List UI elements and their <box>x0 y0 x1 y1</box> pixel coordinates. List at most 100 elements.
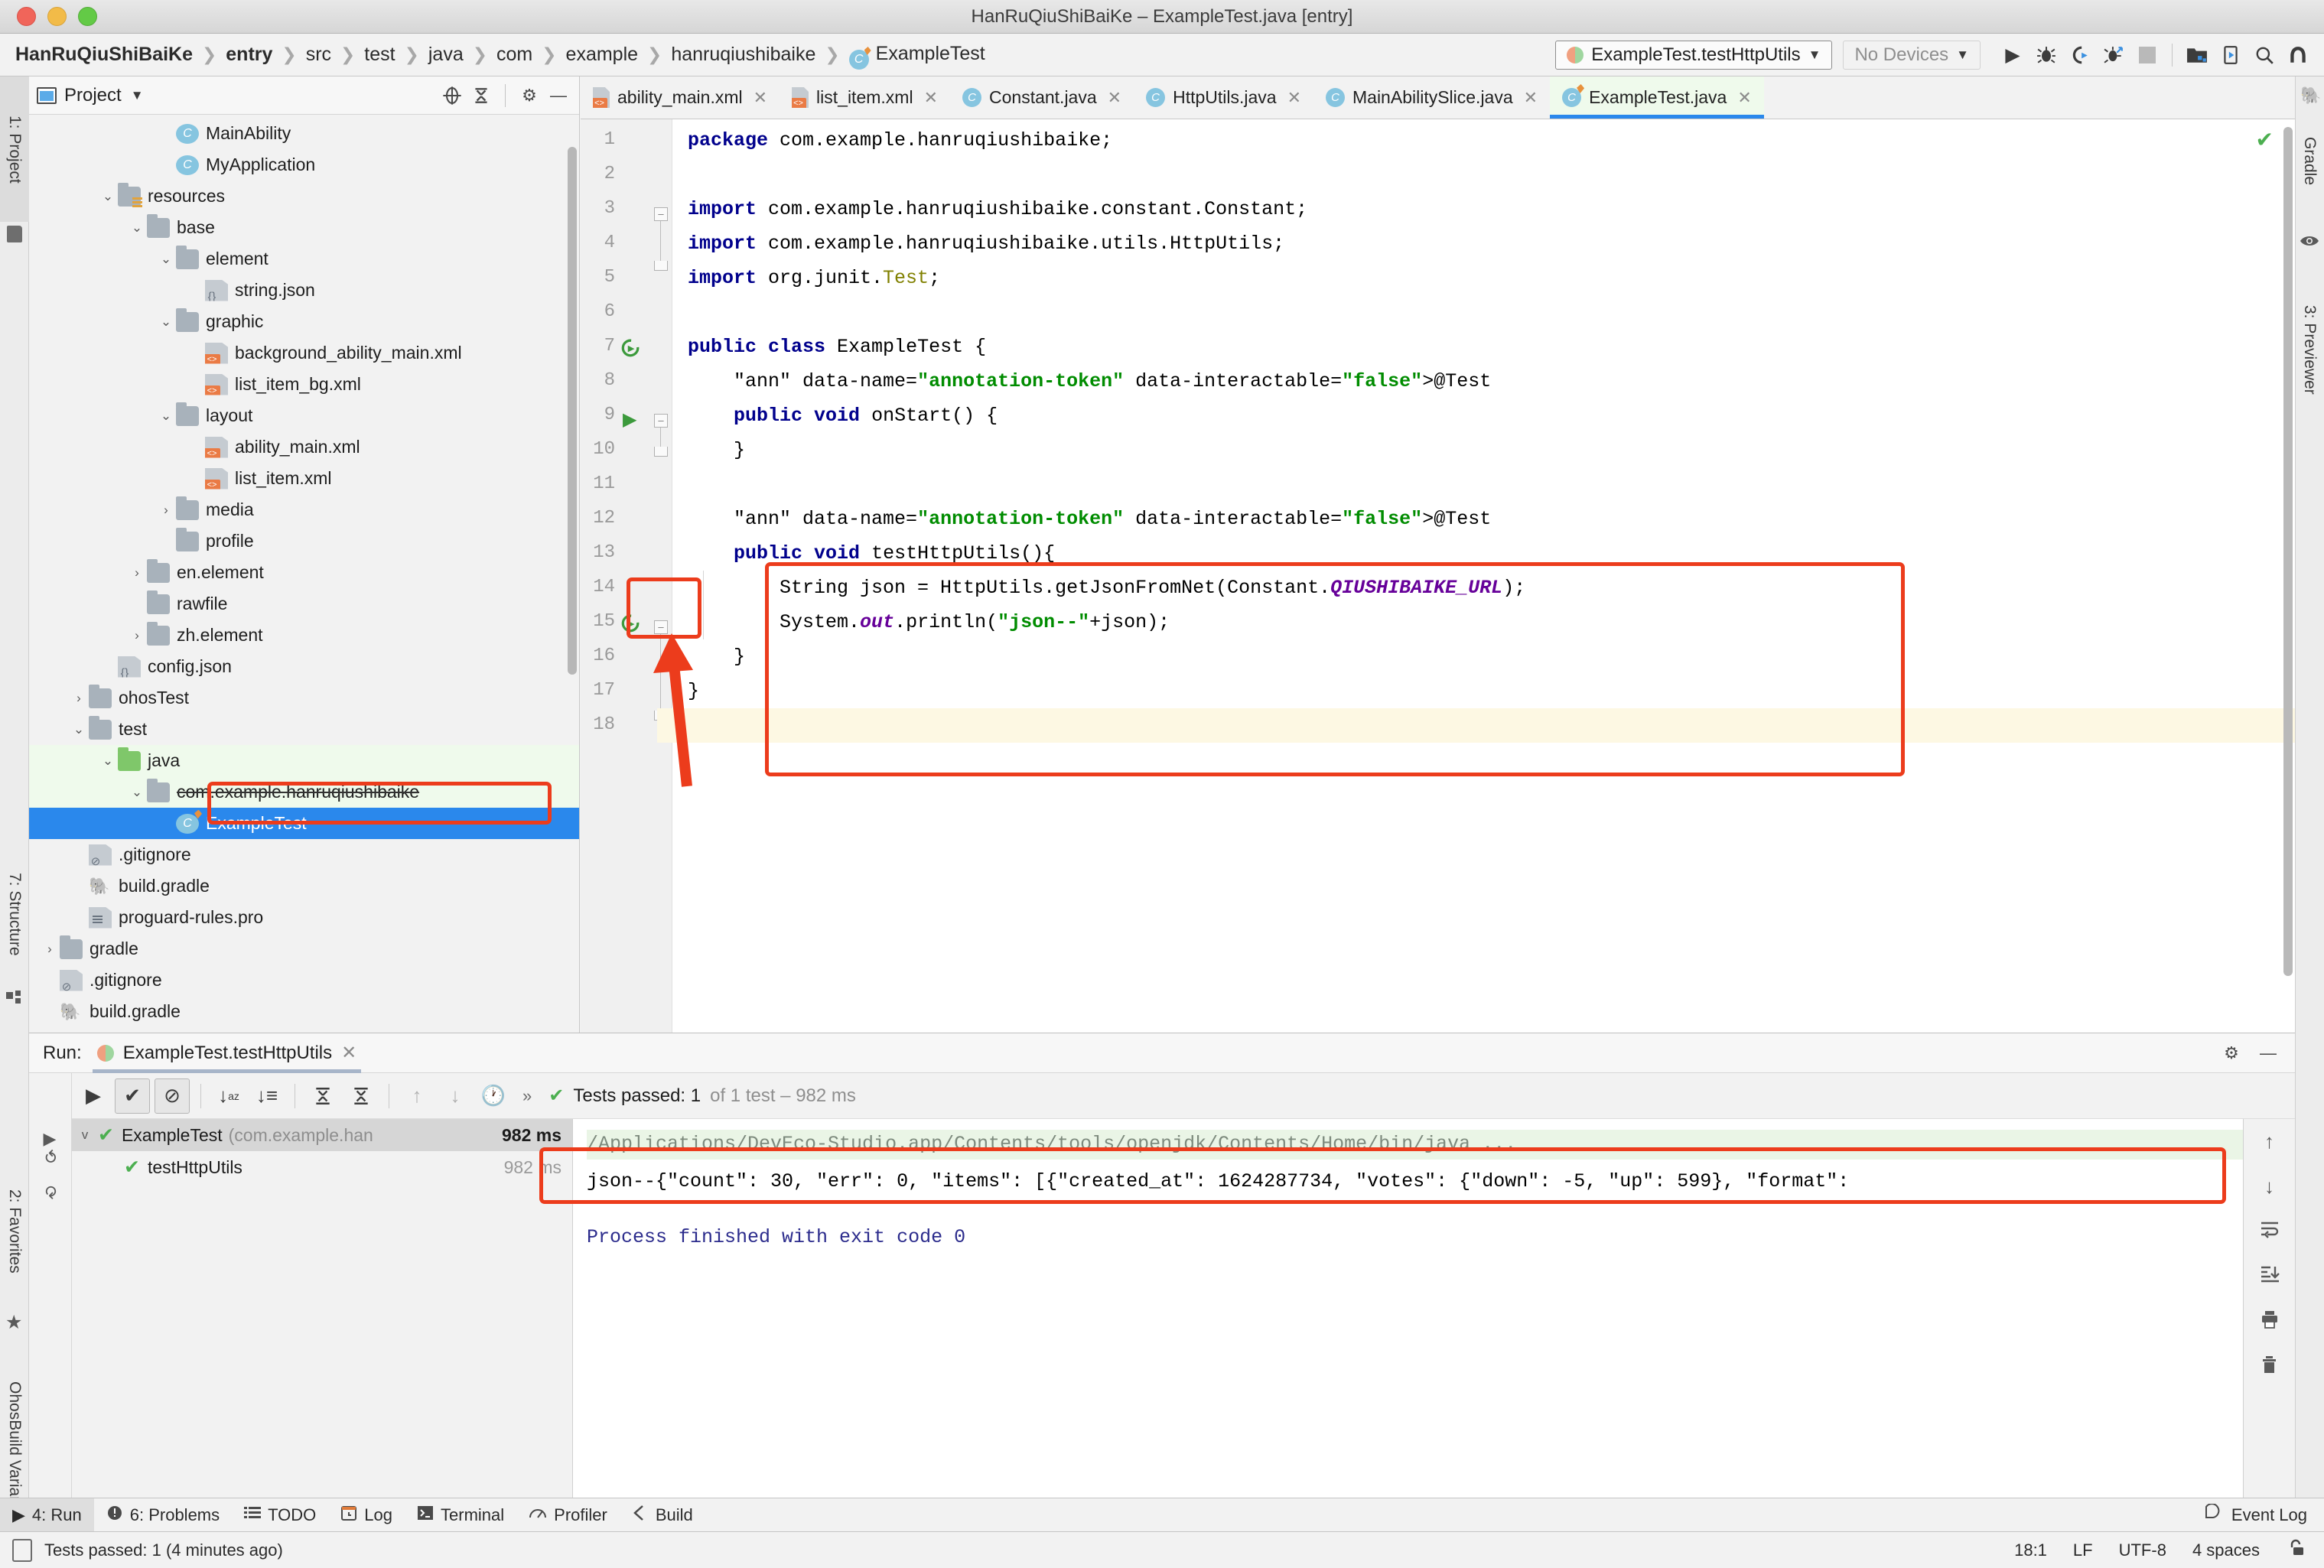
scroll-to-end-icon[interactable] <box>2260 1265 2280 1289</box>
next-failed-icon[interactable]: ↓ <box>438 1079 472 1113</box>
run-toolbar[interactable]: ▶ ✔ ⊘ ↓ az ↓≡ ↑ ↓ 🕐 » ✔ Tests passed: 1 … <box>72 1073 2295 1119</box>
tree-row[interactable]: ⌄ graphic <box>29 306 579 337</box>
sort-alphabetically-icon[interactable]: ↓ az <box>212 1079 246 1113</box>
profile-icon[interactable] <box>2097 38 2130 72</box>
chevron-down-icon[interactable]: ⌄ <box>69 722 89 737</box>
tree-row[interactable]: ·🐘 build.gradle <box>29 996 579 1027</box>
tree-row[interactable]: ·⊘ .gitignore <box>29 965 579 996</box>
chevron-down-icon[interactable]: ▼ <box>131 88 144 103</box>
editor-tab[interactable]: C ExampleTest.java ✕ <box>1550 76 1764 119</box>
tree-row[interactable]: ⌄ base <box>29 212 579 243</box>
caret-position[interactable]: 18:1 <box>2014 1540 2047 1560</box>
scroll-down-icon[interactable]: ↓ <box>2264 1175 2274 1199</box>
code-editor[interactable]: ▶ – – – 1 2 3 4 5 6 7 8 9 10 11 12 13 14 15 16 17 18 pack… <box>581 119 2295 1033</box>
code-line[interactable]: } <box>688 639 2295 674</box>
breadcrumb-item-java[interactable]: java <box>428 44 464 66</box>
chevron-down-icon[interactable]: ⌄ <box>127 785 147 800</box>
tree-row[interactable]: ⌄ java <box>29 745 579 776</box>
toggle-auto-test-icon[interactable]: ⟳ <box>41 1186 60 1199</box>
run-test-class-gutter-icon[interactable] <box>620 338 640 363</box>
inspection-ok-icon[interactable]: ✔ <box>2256 127 2274 152</box>
code-line[interactable] <box>688 467 2295 502</box>
tree-row[interactable]: ·{} string.json <box>29 275 579 306</box>
bottom-tab-todo[interactable]: TODO <box>232 1498 328 1532</box>
close-icon[interactable]: ✕ <box>1737 88 1751 108</box>
code-line[interactable]: } <box>688 674 2295 708</box>
sidebar-item-favorites[interactable]: 2: Favorites <box>0 1155 29 1308</box>
sidebar-item-structure[interactable]: 7: Structure <box>0 841 29 987</box>
collapse-all-icon[interactable] <box>468 83 494 109</box>
sidebar-item-gradle[interactable]: Gradle <box>2295 112 2324 211</box>
tree-row[interactable]: ·<> list_item_bg.xml <box>29 369 579 400</box>
scroll-up-icon[interactable]: ↑ <box>2264 1130 2274 1153</box>
chevron-right-icon[interactable]: › <box>127 628 147 643</box>
tree-row[interactable]: ⌄ layout <box>29 400 579 431</box>
encoding[interactable]: UTF-8 <box>2119 1540 2166 1560</box>
tree-row[interactable]: › ohosTest <box>29 682 579 714</box>
show-passed-icon[interactable]: ✔ <box>115 1078 150 1114</box>
expand-all-icon[interactable] <box>306 1079 340 1113</box>
history-icon[interactable]: 🕐 <box>477 1079 510 1113</box>
notification-icon[interactable] <box>12 1538 32 1562</box>
collapse-all-icon[interactable] <box>344 1079 378 1113</box>
test-tree-row-class[interactable]: v ✔ ExampleTest (com.example.han 982 ms <box>72 1119 572 1151</box>
bottom-tab-run[interactable]: ▶ 4: Run <box>0 1498 94 1532</box>
bottom-tab-log[interactable]: Log <box>328 1498 405 1532</box>
editor-tab[interactable]: <> ability_main.xml ✕ <box>581 76 780 119</box>
code-line[interactable]: String json = HttpUtils.getJsonFromNet(C… <box>688 571 2295 605</box>
editor-tab[interactable]: C MainAbilitySlice.java ✕ <box>1313 76 1550 119</box>
run-icon[interactable]: ▶ <box>1996 38 2029 72</box>
sort-by-duration-icon[interactable]: ↓≡ <box>250 1079 284 1113</box>
sdk-manager-icon[interactable] <box>2180 38 2214 72</box>
print-icon[interactable] <box>2260 1310 2280 1334</box>
code-line[interactable]: package com.example.hanruqiushibaike; <box>688 123 2295 158</box>
code-line[interactable] <box>688 158 2295 192</box>
bottom-tab-profiler[interactable]: Profiler <box>516 1498 620 1532</box>
hide-icon[interactable]: — <box>2255 1040 2281 1066</box>
tree-row[interactable]: › en.element <box>29 557 579 588</box>
run-console[interactable]: /Applications/DevEco-Studio.app/Contents… <box>573 1119 2243 1531</box>
tree-row[interactable]: ·<> background_ability_main.xml <box>29 337 579 369</box>
breadcrumb-item-class[interactable]: C ExampleTest <box>848 43 985 70</box>
tree-row[interactable]: ·C MyApplication <box>29 149 579 181</box>
unlocked-icon[interactable] <box>2286 1538 2306 1563</box>
tree-row[interactable]: ·<> list_item.xml <box>29 463 579 494</box>
tree-row[interactable]: ·🐘 build.gradle <box>29 870 579 902</box>
chevron-down-icon[interactable]: ⌄ <box>127 220 147 236</box>
minimize-icon[interactable]: — <box>545 83 571 109</box>
close-icon[interactable]: ✕ <box>1524 88 1538 108</box>
tree-row[interactable]: · profile <box>29 525 579 557</box>
code-line[interactable]: "ann" data-name="annotation-token" data-… <box>688 502 2295 536</box>
editor-tab[interactable]: C Constant.java ✕ <box>950 76 1134 119</box>
run-test-method2-gutter-icon[interactable] <box>620 613 640 638</box>
breadcrumb-item-package[interactable]: hanruqiushibaike <box>671 44 815 66</box>
chevron-right-icon[interactable]: › <box>40 942 60 957</box>
close-icon[interactable]: ✕ <box>1108 88 1121 108</box>
code-line[interactable] <box>688 295 2295 330</box>
chevron-right-icon[interactable]: › <box>156 503 176 518</box>
rerun-icon[interactable]: ▶ <box>76 1079 110 1113</box>
breadcrumb-item-com[interactable]: com <box>496 44 532 66</box>
editor-gutter[interactable]: ▶ – – – 1 2 3 4 5 6 7 8 9 10 11 12 13 14 15 16 17 18 <box>581 119 672 1033</box>
fold-handle-imports[interactable]: – <box>654 207 668 221</box>
editor-scrollbar[interactable] <box>2283 127 2293 976</box>
soft-wrap-icon[interactable] <box>2260 1220 2280 1244</box>
chevron-down-icon[interactable]: ⌄ <box>98 753 118 769</box>
run-test-method-gutter-icon[interactable]: ▶ <box>623 408 636 431</box>
run-coverage-icon[interactable] <box>2063 38 2097 72</box>
code-line[interactable]: System.out.println("json--"+json); <box>688 605 2295 639</box>
chevron-down-icon[interactable]: ⌄ <box>156 314 176 330</box>
show-ignored-icon[interactable]: ⊘ <box>155 1078 190 1114</box>
editor-tab[interactable]: <> list_item.xml ✕ <box>780 76 950 119</box>
code-line[interactable]: "ann" data-name="annotation-token" data-… <box>688 364 2295 399</box>
device-selector[interactable]: No Devices ▼ <box>1843 40 1981 70</box>
search-icon[interactable] <box>2248 38 2281 72</box>
bottom-tab-problems[interactable]: 6: Problems <box>94 1498 232 1532</box>
chevron-down-icon[interactable]: ⌄ <box>156 408 176 424</box>
code-line[interactable]: import org.junit.Test; <box>688 261 2295 295</box>
line-separator[interactable]: LF <box>2073 1540 2093 1560</box>
test-tree-row-method[interactable]: ✔ testHttpUtils 982 ms <box>72 1151 572 1183</box>
tree-row[interactable]: ⌄ test <box>29 714 579 745</box>
settings-gear-icon[interactable]: ⚙ <box>2218 1040 2244 1066</box>
device-manager-icon[interactable] <box>2214 38 2248 72</box>
